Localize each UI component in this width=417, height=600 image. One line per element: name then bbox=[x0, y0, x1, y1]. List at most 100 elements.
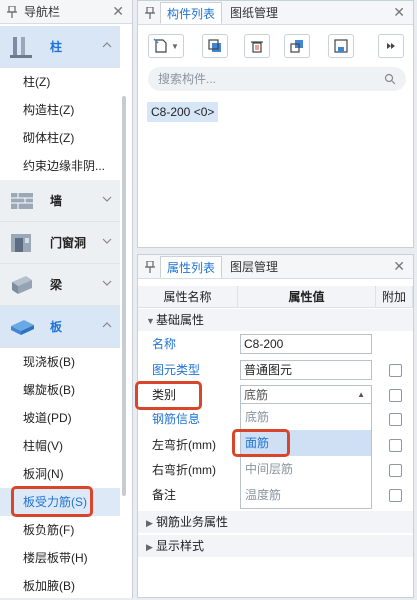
new-file-icon bbox=[153, 38, 167, 53]
close-icon[interactable]: ✕ bbox=[393, 259, 405, 273]
prop-type-label: 图元类型 bbox=[152, 363, 201, 377]
chevron-down-icon[interactable] bbox=[102, 194, 112, 204]
nav-item-construct-column[interactable]: 构造柱(Z) bbox=[0, 96, 120, 124]
more-button[interactable] bbox=[378, 34, 404, 58]
category-select[interactable]: 底筋 ▲ bbox=[240, 385, 372, 405]
dropdown-arrow-icon[interactable]: ▲ bbox=[357, 386, 365, 404]
new-component-button[interactable]: ▼ bbox=[148, 34, 184, 58]
nav-category-label: 梁 bbox=[50, 278, 63, 292]
category-select-value: 底筋 bbox=[244, 388, 269, 402]
header-extra: 附加 bbox=[376, 286, 413, 308]
highlight-box bbox=[135, 381, 202, 410]
copy-component-button[interactable] bbox=[202, 34, 228, 58]
chevron-down-icon[interactable] bbox=[102, 278, 112, 288]
door-window-icon bbox=[11, 233, 31, 252]
nav-header: 导航栏 ✕ bbox=[0, 0, 132, 24]
tab-layer-management[interactable]: 图层管理 bbox=[224, 256, 284, 278]
prop-right-bend-label: 右弯折(mm) bbox=[152, 463, 216, 477]
component-tabs: 构件列表 图纸管理 bbox=[138, 1, 413, 25]
search-icon[interactable] bbox=[384, 73, 396, 85]
tab-property-list[interactable]: 属性列表 bbox=[160, 256, 223, 278]
nav-item-floor-strip[interactable]: 楼层板带(H) bbox=[0, 544, 120, 572]
nav-category-beam[interactable]: 梁 bbox=[0, 264, 120, 306]
nav-item-spiral-slab[interactable]: 螺旋板(B) bbox=[0, 376, 120, 404]
nav-category-slab[interactable]: 板 bbox=[0, 306, 120, 348]
component-list-item[interactable]: C8-200 <0> bbox=[147, 102, 219, 122]
chevron-down-icon[interactable] bbox=[102, 236, 112, 246]
slab-icon bbox=[11, 319, 34, 335]
layer-copy-icon bbox=[290, 40, 303, 53]
save-icon bbox=[334, 39, 348, 53]
group-label: 显示样式 bbox=[156, 539, 205, 553]
trash-icon bbox=[251, 41, 263, 53]
dropdown-option-middle-rebar[interactable]: 中间层筋 bbox=[241, 456, 371, 482]
extra-checkbox[interactable] bbox=[389, 364, 402, 377]
header-property-name: 属性名称 bbox=[138, 286, 238, 308]
extra-checkbox[interactable] bbox=[389, 489, 402, 502]
group-basic-properties[interactable]: ▼基础属性 bbox=[138, 309, 413, 331]
prop-value-type[interactable]: 普通图元 bbox=[240, 360, 372, 380]
property-panel: 属性列表 图层管理 ✕ 属性名称 属性值 附加 ▼基础属性 名称 C8-200 … bbox=[135, 254, 414, 598]
property-tabs: 属性列表 图层管理 bbox=[138, 255, 413, 279]
prop-left-bend-label: 左弯折(mm) bbox=[152, 438, 216, 452]
nav-item-column-z[interactable]: 柱(Z) bbox=[0, 68, 120, 96]
save-template-button[interactable] bbox=[328, 34, 354, 58]
extra-checkbox[interactable] bbox=[389, 413, 402, 426]
nav-category-label: 墙 bbox=[50, 194, 63, 208]
beam-icon bbox=[12, 275, 32, 294]
pin-icon[interactable] bbox=[4, 4, 20, 20]
nav-item-edge-member[interactable]: 约束边缘非阴... bbox=[0, 152, 120, 180]
chevron-up-icon[interactable] bbox=[102, 320, 112, 330]
pin-icon[interactable] bbox=[142, 259, 158, 275]
header-property-value: 属性值 bbox=[238, 286, 376, 308]
extra-checkbox[interactable] bbox=[389, 464, 402, 477]
collapse-triangle-icon[interactable]: ▼ bbox=[146, 310, 156, 332]
nav-title: 导航栏 bbox=[24, 5, 61, 19]
nav-item-slab-negative-rebar[interactable]: 板负筋(F) bbox=[0, 516, 120, 544]
layer-copy-button[interactable] bbox=[284, 34, 310, 58]
navigation-panel: 导航栏 ✕ 柱 柱(Z) 构造柱(Z) 砌体柱(Z) 约束边缘非阴... 墙 门… bbox=[0, 0, 133, 598]
extra-checkbox[interactable] bbox=[389, 389, 402, 402]
nav-category-label: 板 bbox=[50, 320, 63, 334]
extra-checkbox[interactable] bbox=[389, 439, 402, 452]
prop-rebar-info-label: 钢筋信息 bbox=[152, 412, 201, 426]
delete-component-button[interactable] bbox=[244, 34, 270, 58]
close-icon[interactable]: ✕ bbox=[393, 5, 405, 19]
pin-icon[interactable] bbox=[142, 5, 158, 21]
nav-item-slab-haunch[interactable]: 板加腋(B) bbox=[0, 572, 120, 600]
expand-triangle-icon[interactable]: ▶ bbox=[146, 512, 156, 534]
close-icon[interactable]: ✕ bbox=[112, 4, 124, 18]
nav-scrollbar[interactable] bbox=[122, 96, 126, 496]
nav-item-slab-hole[interactable]: 板洞(N) bbox=[0, 460, 120, 488]
nav-item-column-cap[interactable]: 柱帽(V) bbox=[0, 432, 120, 460]
copy-icon bbox=[208, 39, 221, 52]
nav-category-column[interactable]: 柱 bbox=[0, 26, 120, 68]
prop-value-name[interactable]: C8-200 bbox=[240, 334, 372, 354]
nav-category-wall[interactable]: 墙 bbox=[0, 180, 120, 222]
group-label: 基础属性 bbox=[156, 313, 205, 327]
component-panel: 构件列表 图纸管理 ✕ ▼ 搜索构件... C8-200 <0> bbox=[137, 0, 414, 248]
dropdown-option-temperature-rebar[interactable]: 温度筋 bbox=[241, 482, 371, 508]
search-placeholder: 搜索构件... bbox=[158, 72, 217, 86]
prop-name-label: 名称 bbox=[152, 337, 177, 351]
chevron-up-icon[interactable] bbox=[102, 40, 112, 50]
group-rebar-business[interactable]: ▶ 钢筋业务属性 bbox=[138, 511, 413, 533]
group-display-style[interactable]: ▶ 显示样式 bbox=[138, 535, 413, 557]
wall-icon bbox=[11, 192, 33, 209]
highlight-box bbox=[11, 486, 93, 517]
highlight-box bbox=[232, 429, 290, 457]
dropdown-arrow-icon[interactable]: ▼ bbox=[171, 42, 179, 51]
nav-category-label: 门窗洞 bbox=[50, 236, 87, 250]
tab-component-list[interactable]: 构件列表 bbox=[160, 2, 223, 24]
tab-drawing-management[interactable]: 图纸管理 bbox=[224, 2, 284, 24]
nav-item-masonry-column[interactable]: 砌体柱(Z) bbox=[0, 124, 120, 152]
prop-remark-label: 备注 bbox=[152, 488, 177, 502]
group-label: 钢筋业务属性 bbox=[156, 515, 229, 529]
nav-item-cast-slab[interactable]: 现浇板(B) bbox=[0, 348, 120, 376]
fast-forward-icon bbox=[387, 43, 395, 49]
component-search-input[interactable]: 搜索构件... bbox=[148, 67, 406, 91]
expand-triangle-icon[interactable]: ▶ bbox=[146, 536, 156, 558]
nav-category-openings[interactable]: 门窗洞 bbox=[0, 222, 120, 264]
dropdown-option-bottom-rebar[interactable]: 底筋 bbox=[241, 404, 371, 430]
nav-item-ramp[interactable]: 坡道(PD) bbox=[0, 404, 120, 432]
